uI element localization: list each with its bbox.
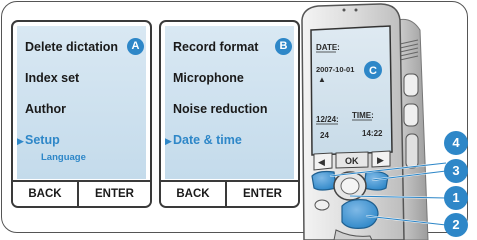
- record-slider[interactable]: [341, 199, 379, 229]
- side-slider[interactable]: [405, 133, 419, 169]
- date12-value: 24: [320, 131, 329, 140]
- navigation-center[interactable]: [340, 177, 360, 195]
- badge-c-label: C: [369, 65, 377, 77]
- side-button-lower[interactable]: [403, 103, 419, 127]
- callout-1: 1: [444, 186, 468, 210]
- triangle-right-icon: ▶: [377, 156, 384, 166]
- callout-4: 4: [444, 131, 468, 155]
- date-label: DATE:: [316, 43, 340, 52]
- date-cursor-icon: ▲: [318, 75, 326, 84]
- callout-3: 3: [444, 159, 468, 183]
- dictation-device-illustration: DATE: 2007-10-01 ▲ 12/24: 24 TIME: 14:22…: [301, 3, 447, 240]
- time-value: 14:22: [362, 129, 383, 138]
- top-hole: [354, 8, 358, 12]
- triangle-left-icon: ◀: [318, 158, 325, 168]
- date12-label: 12/24:: [316, 115, 339, 124]
- function-button-left[interactable]: [311, 170, 337, 191]
- time-label: TIME:: [352, 111, 374, 120]
- top-hole: [342, 8, 346, 12]
- small-button[interactable]: [314, 199, 330, 211]
- function-button-right[interactable]: [363, 170, 389, 191]
- ok-label: OK: [345, 156, 359, 166]
- side-button-upper[interactable]: [403, 73, 419, 97]
- date-value: 2007-10-01: [316, 65, 354, 74]
- callout-2: 2: [444, 213, 468, 237]
